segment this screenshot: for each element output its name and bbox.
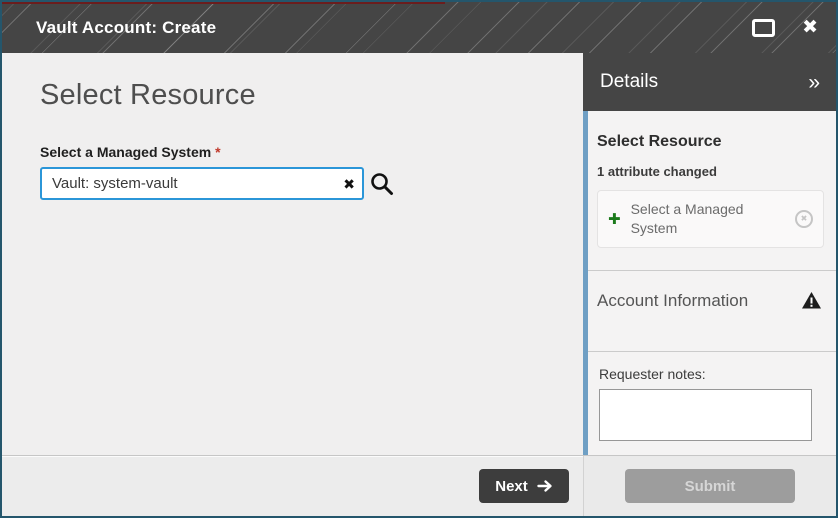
requester-notes-label: Requester notes: — [599, 366, 824, 382]
remove-change-x: ✖ — [801, 214, 808, 223]
details-sidebar: Details » Select Resource 1 attribute ch… — [583, 53, 836, 455]
managed-system-label: Select a Managed System * — [40, 144, 545, 160]
dialog-title: Vault Account: Create — [36, 18, 752, 38]
dialog-footer: Next Submit — [2, 455, 836, 516]
managed-system-label-text: Select a Managed System — [40, 144, 215, 160]
dialog-titlebar: Vault Account: Create ✖ — [2, 2, 836, 53]
next-button-label: Next — [495, 478, 528, 495]
details-content: Select Resource 1 attribute changed ✚ Se… — [583, 111, 836, 455]
clear-input-icon[interactable]: ✖ — [343, 177, 355, 191]
footer-main: Next — [2, 456, 583, 516]
details-title: Details — [600, 71, 658, 93]
plus-icon: ✚ — [608, 210, 621, 228]
vault-account-create-dialog: Vault Account: Create ✖ Select Resource … — [0, 0, 838, 518]
warning-icon — [801, 291, 822, 315]
background-page-strip — [2, 2, 445, 4]
arrow-right-icon — [537, 479, 553, 493]
submit-button[interactable]: Submit — [625, 469, 795, 503]
next-button[interactable]: Next — [479, 469, 569, 503]
remove-change-icon[interactable]: ✖ — [795, 210, 813, 228]
managed-system-input[interactable] — [40, 167, 364, 200]
select-resource-summary-section: Select Resource 1 attribute changed ✚ Se… — [588, 111, 836, 248]
requester-notes-input[interactable] — [599, 389, 812, 441]
close-icon[interactable]: ✖ — [802, 18, 818, 37]
dialog-body: Select Resource Select a Managed System … — [2, 53, 836, 455]
changed-attribute-label: Select a Managed System — [631, 200, 787, 238]
restore-window-icon[interactable] — [752, 19, 775, 37]
account-information-section: Account Information — [588, 271, 836, 351]
changed-attribute-card: ✚ Select a Managed System ✖ — [597, 190, 824, 248]
details-header[interactable]: Details » — [583, 53, 836, 111]
collapse-panel-icon[interactable]: » — [808, 72, 820, 93]
managed-system-input-wrap: ✖ — [40, 167, 364, 200]
search-icon[interactable] — [369, 171, 395, 197]
managed-system-input-row: ✖ — [40, 167, 545, 200]
page-title: Select Resource — [40, 79, 545, 112]
footer-sidebar: Submit — [583, 456, 836, 516]
main-panel: Select Resource Select a Managed System … — [2, 53, 583, 455]
required-marker: * — [215, 144, 220, 160]
select-resource-summary-title: Select Resource — [597, 133, 824, 151]
attribute-changed-status: 1 attribute changed — [597, 164, 824, 179]
requester-notes-section: Requester notes: — [588, 352, 836, 441]
account-information-title: Account Information — [597, 291, 748, 311]
